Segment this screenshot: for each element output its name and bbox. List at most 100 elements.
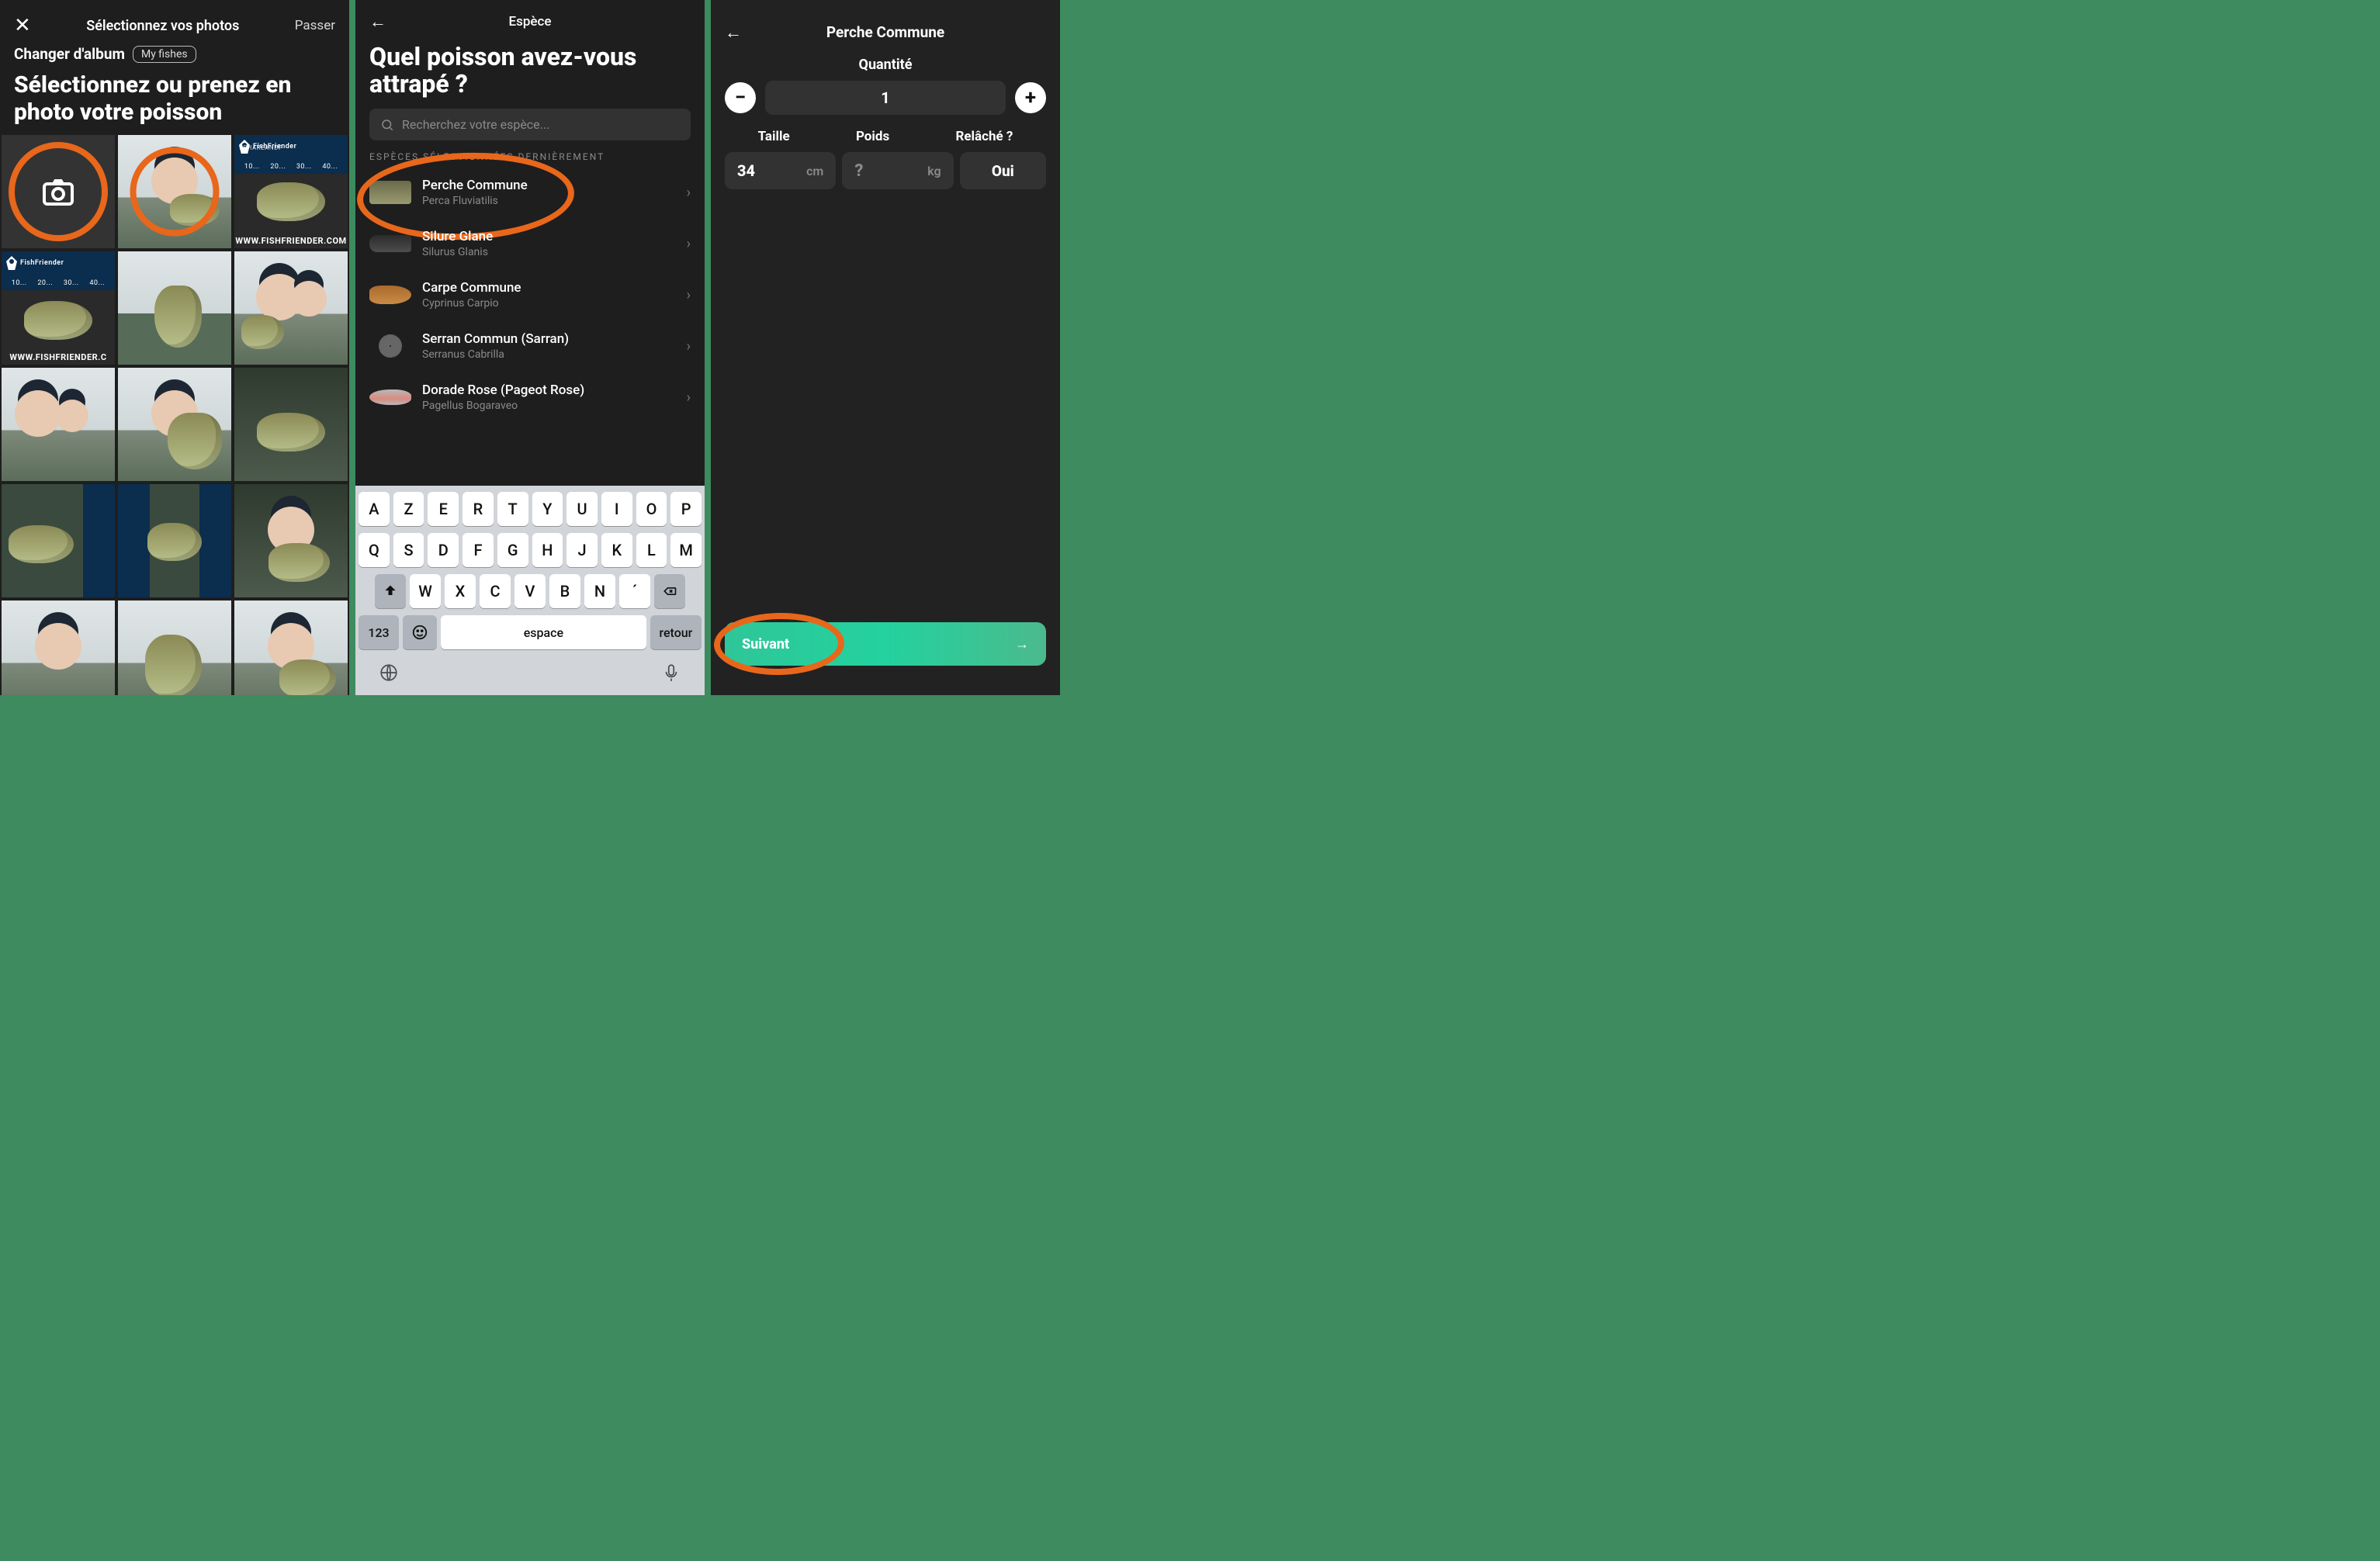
key-´[interactable]: ´ bbox=[619, 574, 650, 608]
search-placeholder: Recherchez votre espèce... bbox=[402, 117, 549, 132]
screen-photo-picker: ✕ Sélectionnez vos photos Passer Changer… bbox=[0, 0, 349, 695]
next-button[interactable]: Suivant → bbox=[725, 622, 1046, 666]
header: ✕ Sélectionnez vos photos Passer bbox=[0, 0, 349, 45]
return-key[interactable]: retour bbox=[650, 615, 702, 649]
species-row-silure[interactable]: Silure Glane Silurus Glanis › bbox=[362, 218, 698, 269]
increment-button[interactable]: + bbox=[1015, 82, 1046, 113]
key-b[interactable]: B bbox=[549, 574, 580, 608]
species-row-dorade[interactable]: Dorade Rose (Pageot Rose) Pagellus Bogar… bbox=[362, 372, 698, 423]
key-s[interactable]: S bbox=[393, 533, 424, 567]
fish-thumb-icon bbox=[369, 334, 411, 358]
species-sci: Perca Fluviatilis bbox=[422, 195, 676, 207]
photo-thumb[interactable] bbox=[2, 368, 115, 481]
chevron-right-icon: › bbox=[687, 185, 691, 201]
quantity-value[interactable]: 1 bbox=[765, 81, 1006, 115]
key-l[interactable]: L bbox=[636, 533, 667, 567]
photo-grid: FishFriender #SHAREANDF 10... 20... 30..… bbox=[0, 135, 349, 695]
search-input[interactable]: Recherchez votre espèce... bbox=[369, 109, 691, 140]
close-icon[interactable]: ✕ bbox=[14, 14, 31, 37]
next-label: Suivant bbox=[742, 636, 789, 652]
key-t[interactable]: T bbox=[497, 492, 528, 526]
fish-thumb-icon bbox=[369, 235, 411, 252]
keyboard: AZERTYUIOP QSDFGHJKLM WXCVBN´ 123 espace… bbox=[355, 486, 705, 695]
photo-thumb[interactable] bbox=[118, 368, 231, 481]
key-z[interactable]: Z bbox=[393, 492, 424, 526]
numbers-key[interactable]: 123 bbox=[359, 615, 399, 649]
arrow-right-icon: → bbox=[1015, 636, 1029, 652]
key-u[interactable]: U bbox=[566, 492, 598, 526]
take-photo-tile[interactable] bbox=[2, 135, 115, 248]
backspace-key[interactable] bbox=[654, 574, 685, 608]
shift-key[interactable] bbox=[375, 574, 406, 608]
back-icon[interactable]: ← bbox=[369, 12, 386, 32]
skip-button[interactable]: Passer bbox=[295, 18, 335, 33]
key-j[interactable]: J bbox=[566, 533, 598, 567]
current-album-badge: My fishes bbox=[133, 46, 196, 63]
fish-thumb-icon bbox=[369, 286, 411, 304]
photo-thumb[interactable] bbox=[2, 601, 115, 695]
chevron-right-icon: › bbox=[687, 389, 691, 406]
key-h[interactable]: H bbox=[532, 533, 563, 567]
decrement-button[interactable]: − bbox=[725, 82, 756, 113]
key-r[interactable]: R bbox=[462, 492, 494, 526]
header: ← Perche Commune bbox=[711, 0, 1060, 54]
globe-icon[interactable] bbox=[379, 663, 399, 683]
photo-thumb[interactable]: FishFriender 10... 20... 30... 40... WWW… bbox=[2, 251, 115, 365]
key-g[interactable]: G bbox=[497, 533, 528, 567]
key-e[interactable]: E bbox=[428, 492, 459, 526]
key-a[interactable]: A bbox=[359, 492, 390, 526]
species-row-carpe[interactable]: Carpe Commune Cyprinus Carpio › bbox=[362, 269, 698, 320]
ff-url: WWW.FISHFRIENDER.COM bbox=[234, 234, 348, 248]
species-row-serran[interactable]: Serran Commun (Sarran) Serranus Cabrilla… bbox=[362, 320, 698, 372]
key-v[interactable]: V bbox=[514, 574, 546, 608]
photo-thumb[interactable] bbox=[234, 484, 348, 597]
photo-thumb[interactable] bbox=[118, 251, 231, 365]
key-p[interactable]: P bbox=[670, 492, 702, 526]
key-d[interactable]: D bbox=[428, 533, 459, 567]
change-album-label: Changer d'album bbox=[14, 45, 125, 63]
screen-species-picker: ← Espèce Quel poisson avez-vous attrapé … bbox=[355, 0, 705, 695]
photo-thumb[interactable] bbox=[234, 368, 348, 481]
quantity-stepper: − 1 + bbox=[711, 81, 1060, 129]
released-header: Relâché ? bbox=[955, 129, 1013, 144]
photo-thumb[interactable] bbox=[118, 601, 231, 695]
page-headline: Quel poisson avez-vous attrapé ? bbox=[355, 43, 705, 109]
fish-thumb-icon bbox=[369, 389, 411, 405]
album-selector[interactable]: Changer d'album My fishes bbox=[0, 45, 349, 69]
key-i[interactable]: I bbox=[601, 492, 632, 526]
key-f[interactable]: F bbox=[462, 533, 494, 567]
key-o[interactable]: O bbox=[636, 492, 667, 526]
key-x[interactable]: X bbox=[445, 574, 476, 608]
released-field[interactable]: Oui bbox=[960, 152, 1046, 189]
emoji-key[interactable] bbox=[403, 615, 437, 649]
section-label: ESPÈCES SÉLECTIONNÉES DERNIÈREMENT bbox=[355, 151, 705, 167]
header-title: Espèce bbox=[509, 14, 552, 29]
weight-header: Poids bbox=[856, 129, 889, 144]
photo-thumb[interactable]: FishFriender #SHAREANDF 10... 20... 30..… bbox=[234, 135, 348, 248]
size-field[interactable]: 34 cm bbox=[725, 152, 836, 189]
key-w[interactable]: W bbox=[410, 574, 441, 608]
mic-icon[interactable] bbox=[661, 663, 681, 683]
key-m[interactable]: M bbox=[670, 533, 702, 567]
weight-field[interactable]: ? kg bbox=[842, 152, 953, 189]
species-row-perche[interactable]: Perche Commune Perca Fluviatilis › bbox=[362, 167, 698, 218]
photo-thumb[interactable] bbox=[2, 484, 115, 597]
measure-row: 34 cm ? kg Oui bbox=[711, 152, 1060, 189]
camera-icon bbox=[40, 173, 77, 210]
back-icon[interactable]: ← bbox=[725, 22, 742, 43]
key-c[interactable]: C bbox=[480, 574, 511, 608]
key-q[interactable]: Q bbox=[359, 533, 390, 567]
photo-thumb[interactable] bbox=[118, 135, 231, 248]
share-tag: #SHAREANDF bbox=[239, 144, 282, 151]
photo-thumb[interactable] bbox=[234, 251, 348, 365]
key-n[interactable]: N bbox=[584, 574, 615, 608]
page-headline: Sélectionnez ou prenez en photo votre po… bbox=[0, 69, 349, 135]
photo-thumb[interactable] bbox=[234, 601, 348, 695]
species-name: Perche Commune bbox=[422, 178, 676, 193]
photo-thumb[interactable] bbox=[118, 484, 231, 597]
space-key[interactable]: espace bbox=[441, 615, 646, 649]
key-k[interactable]: K bbox=[601, 533, 632, 567]
measure-headers: Taille Poids Relâché ? bbox=[711, 129, 1060, 152]
header-title: Sélectionnez vos photos bbox=[86, 18, 239, 34]
key-y[interactable]: Y bbox=[532, 492, 563, 526]
